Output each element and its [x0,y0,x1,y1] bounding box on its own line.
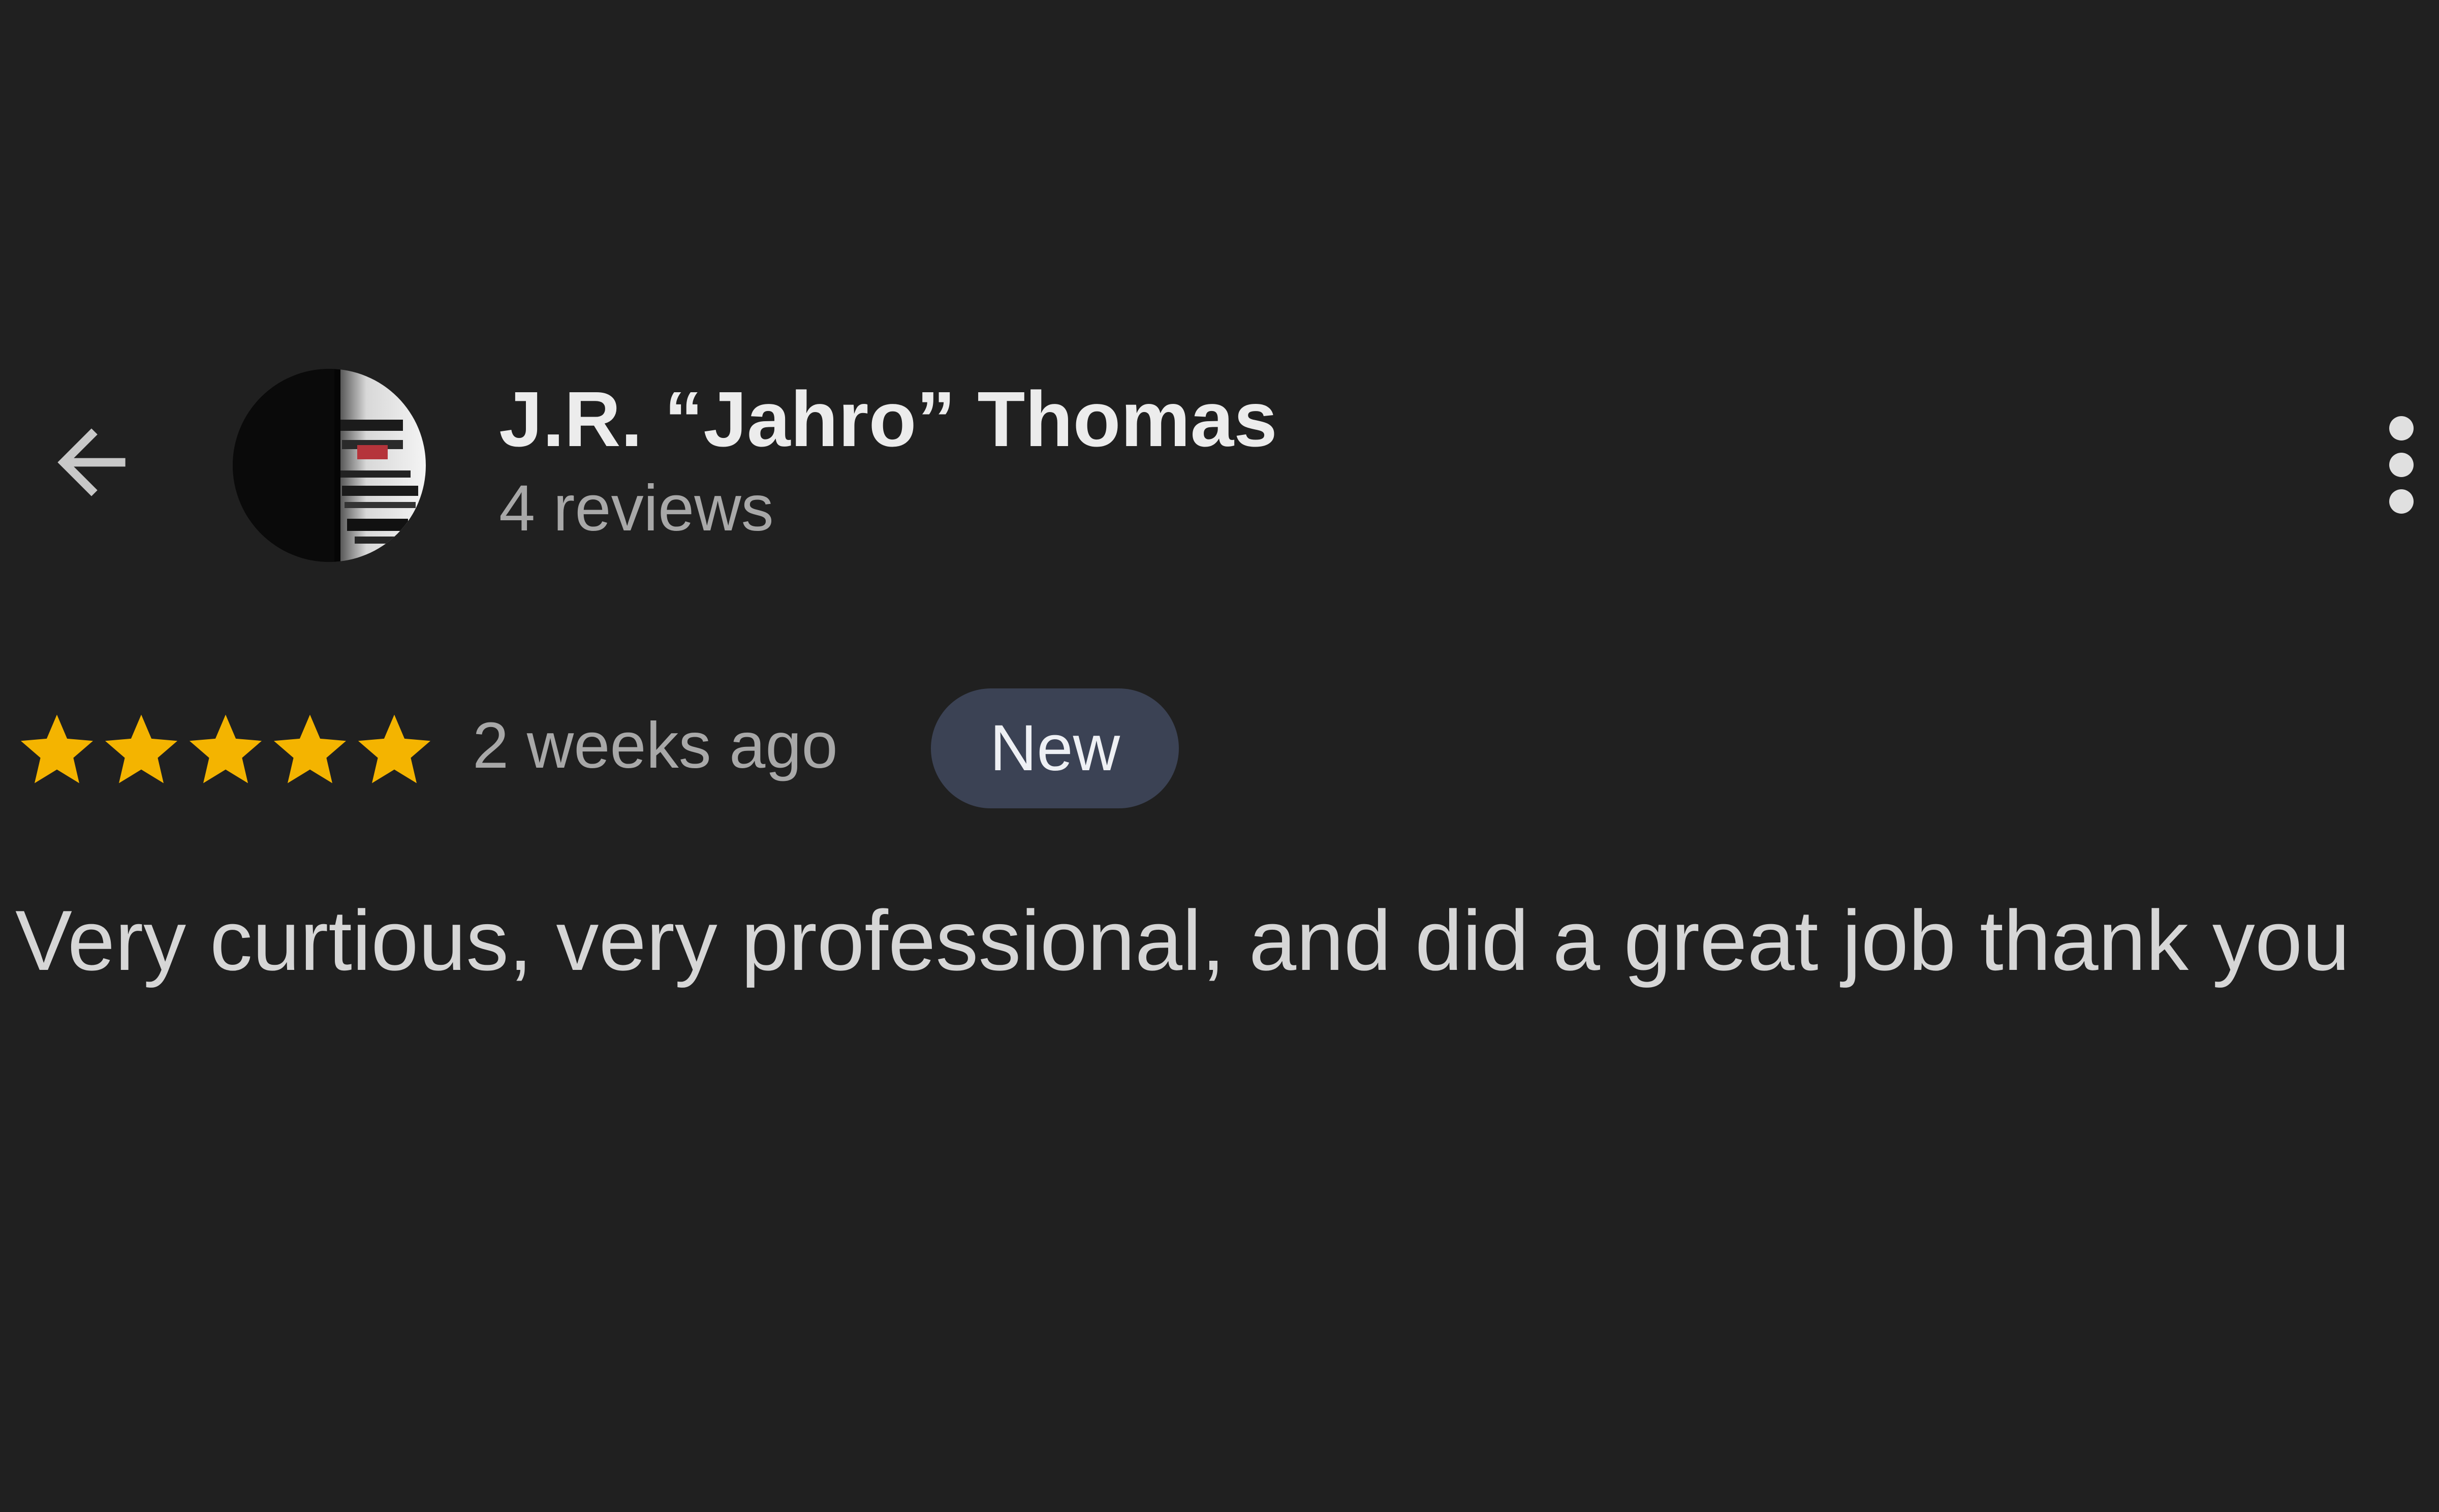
avatar[interactable] [233,369,426,562]
avatar-photo [233,369,426,562]
review-text: Very curtious, very professional, and di… [15,893,2350,988]
more-options-button[interactable] [2356,406,2439,523]
star-icon [358,714,431,783]
review-detail-page: J.R. “Jahro” Thomas 4 reviews 2 weeks ag… [0,0,2439,1512]
star-rating [15,709,437,790]
star-icon [189,714,262,783]
review-count[interactable]: 4 reviews [499,470,774,547]
star-icon [273,714,347,783]
back-button[interactable] [30,401,152,523]
arrow-left-icon [57,428,126,496]
star-icon [105,714,178,783]
new-badge-label: New [989,712,1120,784]
more-vert-icon [2389,416,2414,514]
new-badge: New [931,688,1179,808]
review-time: 2 weeks ago [473,709,838,782]
author-name[interactable]: J.R. “Jahro” Thomas [499,373,1277,465]
star-icon [20,714,93,783]
